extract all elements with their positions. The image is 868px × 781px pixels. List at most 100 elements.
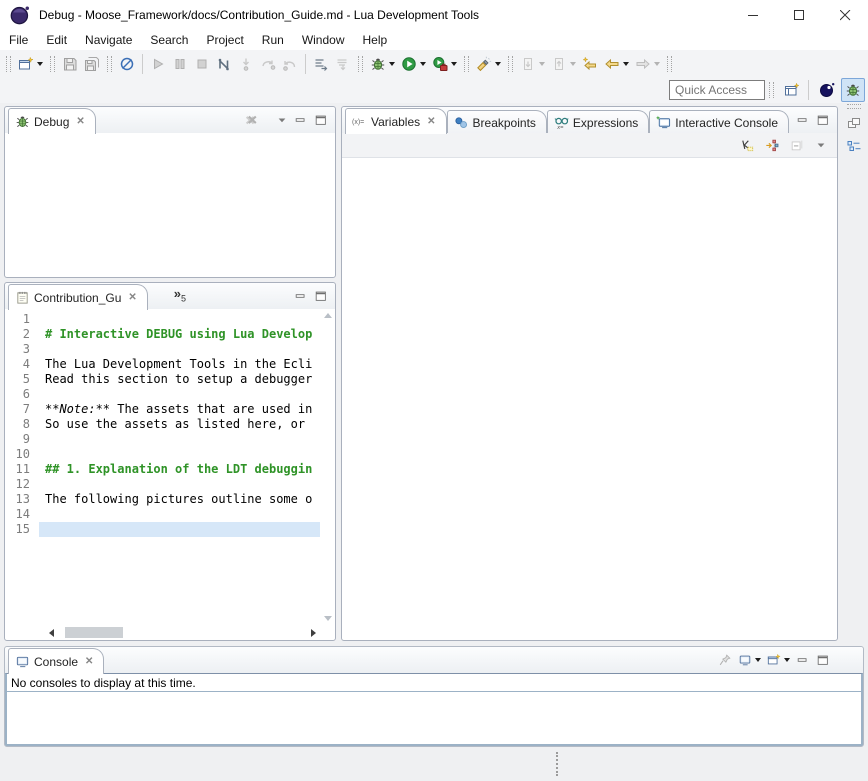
menu-edit[interactable]: Edit <box>37 31 76 49</box>
run-button[interactable] <box>398 52 429 76</box>
step-into-button <box>235 52 257 76</box>
toolbar-grip[interactable] <box>358 56 363 72</box>
skip-all-breakpoints-button[interactable] <box>116 52 138 76</box>
hidden-editors-chevron[interactable]: »5 <box>174 288 186 305</box>
tab-interactive-console[interactable]: Interactive Console <box>649 110 789 134</box>
minimize-button[interactable] <box>293 288 309 304</box>
close-icon[interactable]: ✕ <box>427 116 435 127</box>
status-trim-grip[interactable] <box>556 752 560 776</box>
minimized-views-trim <box>842 103 866 641</box>
editor-line-10 <box>39 447 320 462</box>
show-logical-structures-button[interactable] <box>764 137 780 153</box>
outline-view-button[interactable] <box>843 136 865 158</box>
scrollbar-thumb[interactable] <box>65 627 123 638</box>
maximize-button[interactable] <box>313 112 329 128</box>
editor-vertical-scrollbar[interactable] <box>320 309 335 625</box>
new-dropdown-icon[interactable] <box>37 62 43 66</box>
tab-contribution-guide[interactable]: Contribution_Gu ✕ <box>8 284 148 310</box>
scroll-right-icon[interactable] <box>311 629 316 637</box>
open-perspective-button[interactable] <box>780 78 804 102</box>
tab-breakpoints[interactable]: Breakpoints <box>447 110 547 134</box>
scroll-left-icon[interactable] <box>49 629 54 637</box>
menu-help[interactable]: Help <box>354 31 397 49</box>
back-button[interactable] <box>601 52 632 76</box>
maximize-button[interactable] <box>815 652 831 668</box>
external-tools-dropdown-icon[interactable] <box>451 62 457 66</box>
display-selected-console-button[interactable] <box>737 652 762 668</box>
editor-tabs: Contribution_Gu ✕ »5 <box>5 283 293 309</box>
open-console-dropdown-icon[interactable] <box>784 658 790 662</box>
suspend-icon <box>172 56 188 72</box>
tab-console[interactable]: Console ✕ <box>8 648 104 674</box>
editor-lines[interactable]: # Interactive DEBUG using Lua DevelopThe… <box>39 309 320 625</box>
breakpoints-icon <box>454 115 469 130</box>
console-icon <box>15 654 30 669</box>
run-dropdown-icon[interactable] <box>420 62 426 66</box>
maximize-button[interactable] <box>815 112 831 128</box>
outline-icon <box>846 139 862 155</box>
open-console-button[interactable] <box>766 652 791 668</box>
trim-grip[interactable] <box>847 104 861 109</box>
back-icon <box>604 56 620 72</box>
toolbar-grip[interactable] <box>464 56 469 72</box>
tab-expressions[interactable]: Expressions <box>547 110 649 134</box>
variables-view: Variables✕BreakpointsExpressions Interact… <box>341 106 838 641</box>
debug-button[interactable] <box>367 52 398 76</box>
display-selected-console-dropdown-icon[interactable] <box>755 658 761 662</box>
minimize-button[interactable] <box>795 112 811 128</box>
menu-window[interactable]: Window <box>293 31 354 49</box>
menu-file[interactable]: File <box>0 31 37 49</box>
toolbar-grip[interactable] <box>667 56 672 72</box>
text-file-icon <box>15 290 30 305</box>
view-menu-button[interactable] <box>814 138 828 152</box>
debug-dropdown-icon[interactable] <box>389 62 395 66</box>
debug-view-header: Debug ✕ <box>5 107 335 134</box>
minimize-button[interactable] <box>293 112 309 128</box>
use-step-filters-button[interactable] <box>310 52 332 76</box>
quick-access-input[interactable] <box>669 80 765 100</box>
tab-variables[interactable]: Variables✕ <box>345 108 447 134</box>
window-minimize-button[interactable] <box>730 0 776 30</box>
line-number: 9 <box>5 432 39 447</box>
view-menu-button[interactable] <box>275 113 289 127</box>
bug-icon <box>845 82 861 98</box>
toolbar-grip[interactable] <box>50 56 55 72</box>
close-icon[interactable]: ✕ <box>76 116 84 127</box>
editor-line-ruler[interactable]: 123456789101112131415 <box>5 309 39 625</box>
menu-run[interactable]: Run <box>253 31 293 49</box>
show-type-names-button[interactable] <box>739 137 755 153</box>
toolbar-grip[interactable] <box>769 82 774 98</box>
menu-project[interactable]: Project <box>197 31 252 49</box>
window-close-button[interactable] <box>822 0 868 30</box>
scroll-down-icon[interactable] <box>324 616 332 621</box>
toolbar-grip[interactable] <box>107 56 112 72</box>
search-button[interactable] <box>473 52 504 76</box>
window-maximize-button[interactable] <box>776 0 822 30</box>
line-number: 3 <box>5 342 39 357</box>
lua-perspective-button[interactable] <box>815 78 839 102</box>
editor-horizontal-scrollbar[interactable] <box>39 625 320 640</box>
debug-perspective-button[interactable] <box>841 78 865 102</box>
external-tools-icon <box>432 56 448 72</box>
maximize-button[interactable] <box>313 288 329 304</box>
variables-view-body[interactable] <box>342 158 837 640</box>
debug-view-body[interactable] <box>5 133 335 277</box>
new-button[interactable] <box>15 52 46 76</box>
restore-view-button[interactable] <box>843 112 865 134</box>
search-dropdown-icon[interactable] <box>495 62 501 66</box>
toolbar-grip[interactable] <box>508 56 513 72</box>
disconnect-button[interactable] <box>213 52 235 76</box>
close-icon[interactable]: ✕ <box>85 656 93 667</box>
minimize-button[interactable] <box>795 652 811 668</box>
external-tools-button[interactable] <box>429 52 460 76</box>
back-dropdown-icon[interactable] <box>623 62 629 66</box>
tab-label: Interactive Console <box>675 116 778 130</box>
new-wizard-icon <box>18 56 34 72</box>
close-icon[interactable]: ✕ <box>128 292 136 303</box>
menu-navigate[interactable]: Navigate <box>76 31 141 49</box>
menu-search[interactable]: Search <box>141 31 197 49</box>
tab-debug[interactable]: Debug ✕ <box>8 108 96 134</box>
last-edit-location-button[interactable] <box>579 52 601 76</box>
scroll-up-icon[interactable] <box>324 313 332 318</box>
toolbar-grip[interactable] <box>6 56 11 72</box>
